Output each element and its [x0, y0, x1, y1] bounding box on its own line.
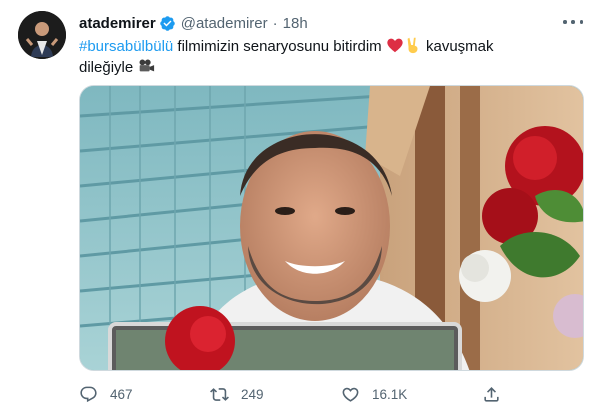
hashtag-link[interactable]: #bursabülbülü — [79, 38, 173, 55]
retweet-button[interactable]: 249 — [210, 380, 264, 408]
more-options-icon[interactable] — [563, 13, 583, 31]
tweet-text: #bursabülbülü filmimizin senaryosunu bit… — [79, 36, 579, 78]
tweet-text-part3: dileğiyle — [79, 59, 138, 76]
reply-count: 467 — [110, 386, 133, 402]
reply-button[interactable]: 467 — [79, 380, 133, 408]
display-name[interactable]: atademirer — [79, 15, 156, 32]
avatar[interactable] — [18, 11, 66, 59]
tweet-actions: 467 249 16.1K — [79, 380, 509, 408]
tweet-header: atademirer @atademirer · 18h — [79, 12, 308, 34]
retweet-count: 249 — [241, 386, 264, 402]
movie-camera-emoji-icon — [137, 57, 155, 75]
share-icon — [482, 385, 501, 404]
reply-icon — [79, 385, 98, 404]
victory-hand-emoji-icon — [404, 36, 422, 54]
tweet-text-part1: filmimizin senaryosunu bitirdim — [173, 38, 386, 55]
like-count: 16.1K — [372, 386, 408, 402]
timestamp[interactable]: 18h — [283, 15, 308, 32]
tweet: atademirer @atademirer · 18h #bursabülbü… — [0, 0, 601, 414]
handle[interactable]: @atademirer — [181, 15, 268, 32]
retweet-icon — [210, 385, 229, 404]
share-button[interactable] — [482, 380, 501, 408]
tweet-text-part2: kavuşmak — [421, 38, 494, 55]
tweet-media-photo[interactable] — [79, 85, 584, 371]
heart-emoji-icon — [386, 36, 404, 54]
verified-badge-icon — [159, 15, 176, 32]
separator-dot: · — [272, 14, 278, 32]
like-button[interactable]: 16.1K — [341, 380, 407, 408]
like-icon — [341, 385, 360, 404]
